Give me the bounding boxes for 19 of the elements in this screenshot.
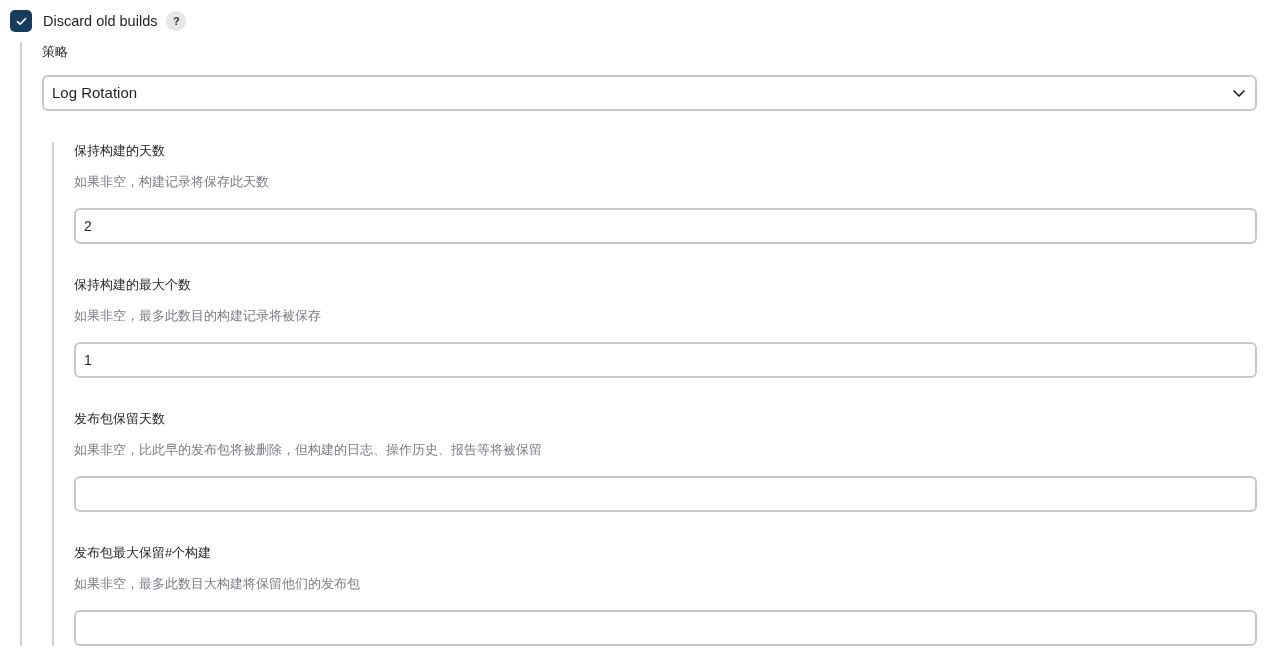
input-field[interactable]: 1: [74, 342, 1257, 378]
field-label: 策略: [42, 43, 68, 61]
check-icon: [15, 16, 27, 26]
input-field[interactable]: 2: [74, 208, 1257, 244]
field-description: 如果非空，比此早的发布包将被删除，但构建的日志、操作历史、报告等将被保留: [74, 441, 542, 459]
field-label: 发布包保留天数: [74, 410, 165, 428]
field-description: 如果非空，最多此数目大构建将保留他们的发布包: [74, 575, 360, 593]
field-label: 保持构建的天数: [74, 142, 165, 160]
strategy-select[interactable]: Log Rotation: [42, 75, 1257, 111]
field-description: 如果非空，最多此数目的构建记录将被保存: [74, 307, 321, 325]
input-field[interactable]: [74, 476, 1257, 512]
input-field[interactable]: [74, 610, 1257, 646]
checkbox-label: Discard old builds: [43, 12, 158, 31]
checkbox[interactable]: [10, 10, 32, 32]
field-label: 保持构建的最大个数: [74, 276, 191, 294]
chevron-down-icon: [1233, 89, 1245, 97]
help-button[interactable]: ?: [166, 11, 187, 31]
field-label: 发布包最大保留#个构建: [74, 544, 212, 562]
field-description: 如果非空，构建记录将保存此天数: [74, 173, 269, 191]
